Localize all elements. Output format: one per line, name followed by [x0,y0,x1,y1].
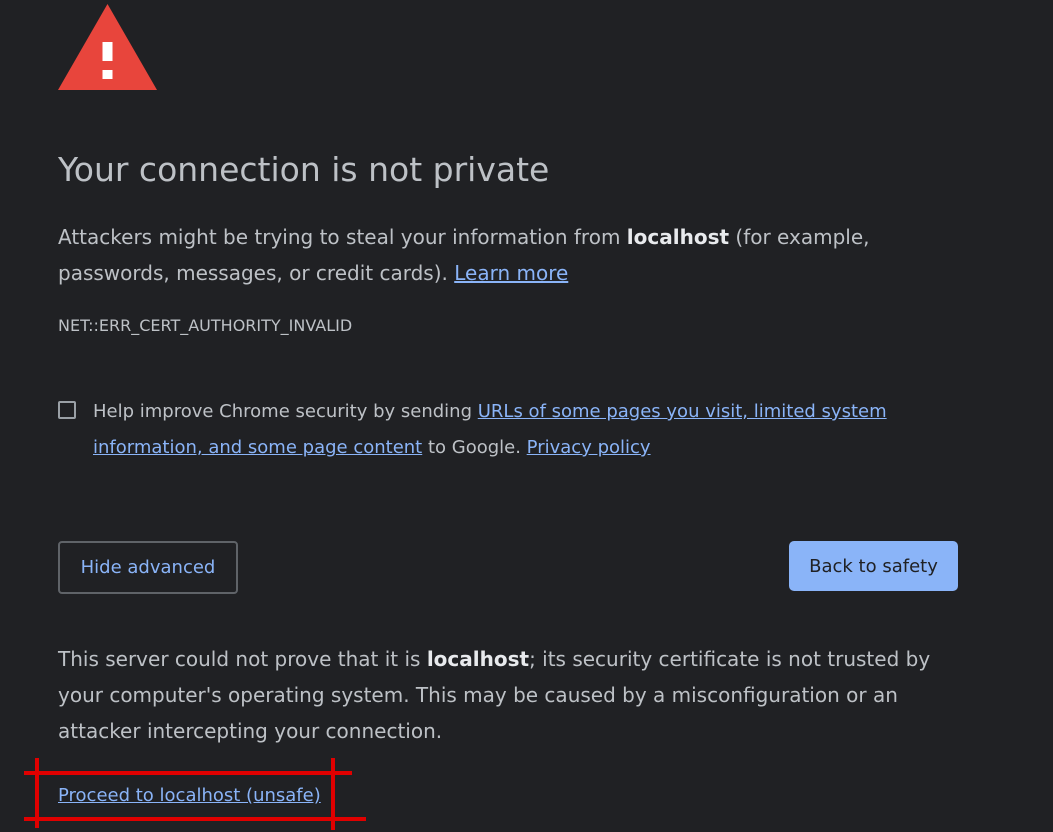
details-text: This server could not prove that it is l… [58,641,968,749]
details-host: localhost [426,647,530,671]
error-code: NET::ERR_CERT_AUTHORITY_INVALID [58,316,353,335]
learn-more-link[interactable]: Learn more [454,261,568,285]
annotation-line-bottom [24,817,366,821]
intro-text: Attackers might be trying to steal your … [58,219,968,291]
annotation-line-left [35,758,39,828]
hide-advanced-button[interactable]: Hide advanced [58,541,238,594]
details-prefix: This server could not prove that it is [58,647,427,671]
report-checkbox-label: Help improve Chrome security by sending … [93,394,913,466]
report-checkbox[interactable] [58,401,76,419]
annotation-line-top [24,771,352,775]
privacy-policy-link[interactable]: Privacy policy [527,437,651,458]
intro-prefix: Attackers might be trying to steal your … [58,225,627,249]
page-title: Your connection is not private [58,150,550,189]
back-to-safety-button[interactable]: Back to safety [789,541,958,591]
annotation-line-right [331,758,335,830]
checkbox-middle: to Google. [422,437,527,458]
warning-triangle-icon [58,4,157,90]
proceed-unsafe-link[interactable]: Proceed to localhost (unsafe) [58,785,321,806]
checkbox-prefix: Help improve Chrome security by sending [93,401,478,422]
intro-host: localhost [626,225,730,249]
